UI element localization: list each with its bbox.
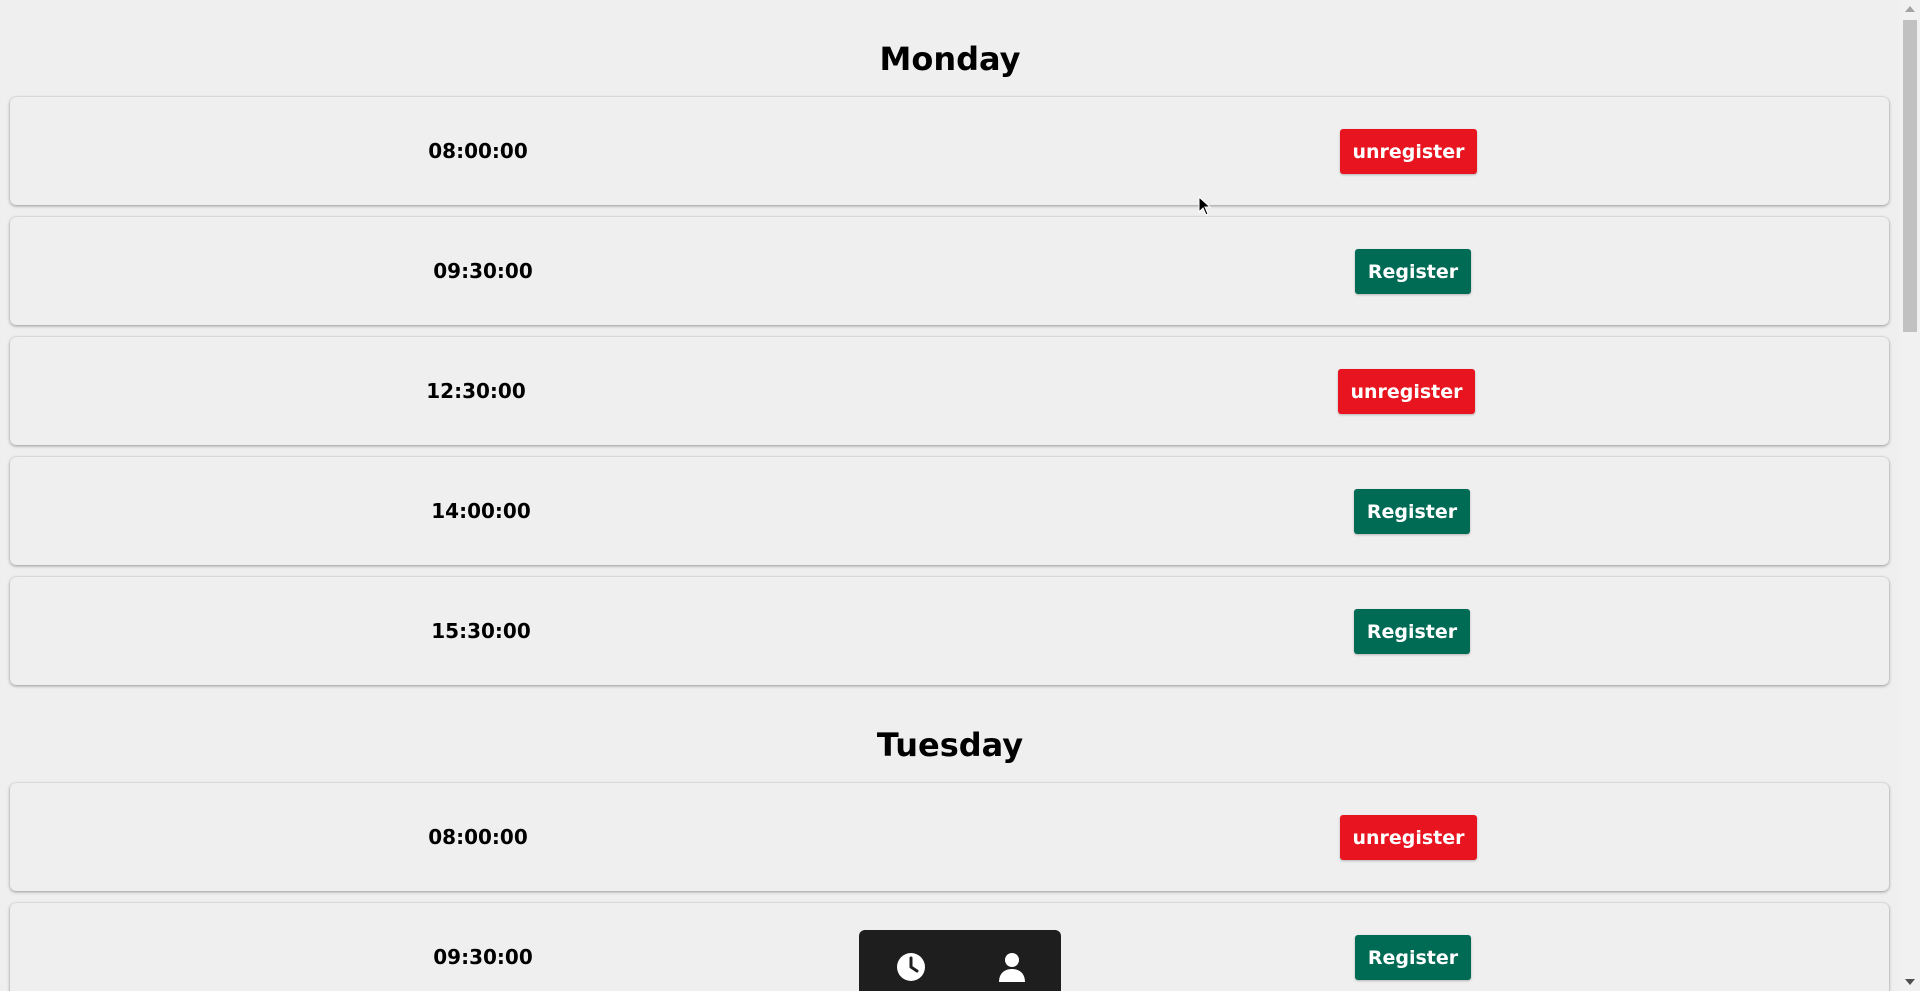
slot-time: 09:30:00 xyxy=(433,259,533,283)
slot-card: 15:30:00 Register xyxy=(10,577,1889,685)
slot-card: 08:00:00 unregister xyxy=(10,97,1889,205)
nav-profile-button[interactable] xyxy=(996,951,1028,983)
unregister-button[interactable]: unregister xyxy=(1338,369,1475,414)
bottom-nav xyxy=(859,930,1061,991)
scroll-down-arrow-icon[interactable] xyxy=(1905,979,1915,985)
slot-card: 09:30:00 Register xyxy=(10,217,1889,325)
slot-time: 08:00:00 xyxy=(428,139,528,163)
slot-time: 09:30:00 xyxy=(433,945,533,969)
user-icon xyxy=(999,953,1025,982)
day-heading-monday: Monday xyxy=(879,40,1021,78)
nav-schedule-button[interactable] xyxy=(895,951,927,983)
slot-time: 12:30:00 xyxy=(426,379,526,403)
day-heading-tuesday: Tuesday xyxy=(876,726,1024,764)
scroll-up-arrow-icon[interactable] xyxy=(1905,6,1915,12)
schedule-page: Monday 08:00:00 unregister 09:30:00 Regi… xyxy=(0,0,1900,991)
slot-time: 14:00:00 xyxy=(431,499,531,523)
slot-time: 15:30:00 xyxy=(431,619,531,643)
register-button[interactable]: Register xyxy=(1355,249,1471,294)
register-button[interactable]: Register xyxy=(1355,935,1471,980)
unregister-button[interactable]: unregister xyxy=(1340,129,1477,174)
register-button[interactable]: Register xyxy=(1354,609,1470,654)
slot-time: 08:00:00 xyxy=(428,825,528,849)
unregister-button[interactable]: unregister xyxy=(1340,815,1477,860)
scroll-thumb[interactable] xyxy=(1903,20,1917,332)
vertical-scrollbar[interactable] xyxy=(1900,0,1920,991)
clock-icon xyxy=(897,953,925,981)
slot-card: 14:00:00 Register xyxy=(10,457,1889,565)
slot-card: 08:00:00 unregister xyxy=(10,783,1889,891)
slot-card: 12:30:00 unregister xyxy=(10,337,1889,445)
register-button[interactable]: Register xyxy=(1354,489,1470,534)
